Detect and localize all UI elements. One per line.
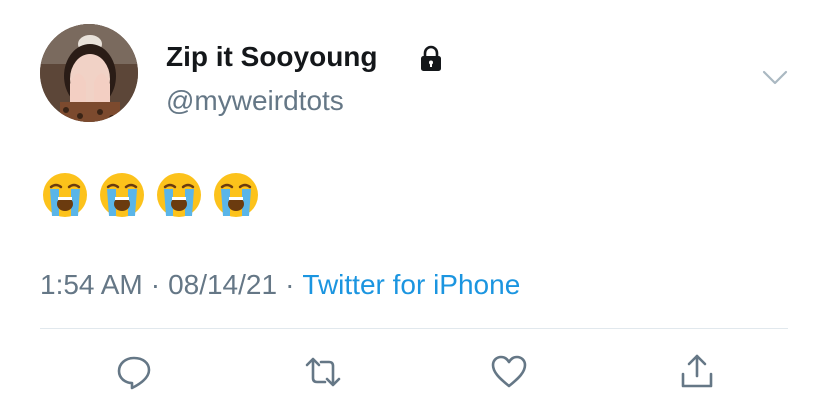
- tweet-text: [42, 172, 259, 218]
- reply-button[interactable]: [114, 352, 154, 392]
- tweet-source-link[interactable]: Twitter for iPhone: [302, 269, 520, 300]
- crying-face-emoji: [43, 173, 87, 217]
- tweet-date[interactable]: 08/14/21: [168, 269, 277, 300]
- retweet-icon: [305, 357, 341, 387]
- tweet-time[interactable]: 1:54 AM: [40, 269, 143, 300]
- crying-face-emoji: [214, 173, 258, 217]
- like-button[interactable]: [489, 352, 529, 392]
- share-button[interactable]: [677, 352, 717, 392]
- avatar[interactable]: [40, 24, 138, 122]
- tweet: Zip it Sooyoung @myweirdtots 1:54 AM · 0…: [0, 0, 828, 417]
- lock-icon: [416, 43, 446, 73]
- separator: ·: [150, 269, 161, 300]
- crying-face-emoji: [157, 173, 201, 217]
- retweet-button[interactable]: [303, 352, 343, 392]
- separator: ·: [285, 269, 295, 300]
- heart-icon: [491, 355, 527, 388]
- tweet-metadata: 1:54 AM · 08/14/21 · Twitter for iPhone: [40, 268, 520, 302]
- display-name[interactable]: Zip it Sooyoung: [166, 40, 378, 74]
- crying-face-emoji: [100, 173, 144, 217]
- chevron-down-icon[interactable]: [760, 68, 790, 88]
- share-icon: [681, 354, 713, 388]
- avatar-image: [40, 24, 138, 122]
- user-handle[interactable]: @myweirdtots: [166, 84, 344, 118]
- divider: [40, 328, 788, 329]
- reply-icon: [117, 356, 151, 390]
